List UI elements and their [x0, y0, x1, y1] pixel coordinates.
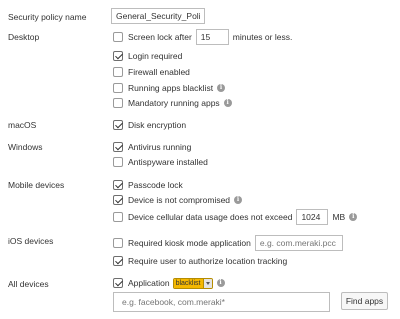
policy-name-label: Security policy name	[8, 12, 87, 22]
passcode-lock-label: Passcode lock	[128, 180, 183, 190]
antispyware-installed-checkbox[interactable]	[113, 157, 123, 167]
passcode-lock-row: Passcode lock	[113, 178, 183, 192]
cellular-usage-input[interactable]	[296, 209, 329, 225]
chevron-down-icon	[202, 278, 212, 288]
login-required-row: Login required	[113, 49, 182, 63]
cellular-usage-checkbox[interactable]	[113, 212, 123, 222]
firewall-enabled-label: Firewall enabled	[128, 67, 190, 77]
apps-search-input[interactable]	[113, 292, 330, 312]
running-apps-blacklist-checkbox[interactable]	[113, 83, 123, 93]
antivirus-running-label: Antivirus running	[128, 142, 192, 152]
list-mode-select[interactable]: blacklist	[172, 277, 213, 289]
screen-lock-prefix: Screen lock after	[128, 32, 192, 42]
cellular-usage-row: Device cellular data usage does not exce…	[113, 208, 358, 226]
login-required-label: Login required	[128, 51, 183, 61]
running-apps-blacklist-label: Running apps blacklist	[128, 83, 214, 93]
mobile-section-label: Mobile devices	[8, 180, 65, 190]
antivirus-running-checkbox[interactable]	[113, 142, 123, 152]
application-row: Application blacklist i	[113, 276, 225, 290]
kiosk-mode-label: Required kiosk mode application	[128, 238, 251, 248]
info-icon[interactable]: i	[216, 279, 225, 287]
mandatory-running-apps-checkbox[interactable]	[113, 98, 123, 108]
disk-encryption-label: Disk encryption	[128, 120, 187, 130]
screen-lock-checkbox[interactable]	[113, 32, 123, 42]
all-devices-section-label: All devices	[8, 279, 49, 289]
kiosk-mode-row: Required kiosk mode application	[113, 234, 343, 252]
login-required-checkbox[interactable]	[113, 51, 123, 61]
windows-section-label: Windows	[8, 142, 43, 152]
list-mode-value: blacklist	[173, 278, 203, 288]
disk-encryption-row: Disk encryption	[113, 118, 186, 132]
application-checkbox[interactable]	[113, 278, 123, 288]
info-icon[interactable]: i	[349, 213, 358, 221]
not-compromised-checkbox[interactable]	[113, 195, 123, 205]
ios-section-label: iOS devices	[8, 236, 54, 246]
info-icon[interactable]: i	[234, 196, 243, 204]
cellular-usage-prefix: Device cellular data usage does not exce…	[128, 212, 293, 222]
antispyware-installed-label: Antispyware installed	[128, 157, 208, 167]
cellular-usage-unit: MB	[332, 212, 346, 222]
antivirus-running-row: Antivirus running	[113, 140, 191, 154]
antispyware-installed-row: Antispyware installed	[113, 155, 208, 169]
screen-lock-row: Screen lock after minutes or less.	[113, 29, 293, 45]
mandatory-running-apps-label: Mandatory running apps	[128, 98, 220, 108]
disk-encryption-checkbox[interactable]	[113, 120, 123, 130]
kiosk-mode-checkbox[interactable]	[113, 238, 123, 248]
desktop-section-label: Desktop	[8, 32, 40, 42]
kiosk-app-input[interactable]	[254, 235, 343, 251]
firewall-enabled-checkbox[interactable]	[113, 67, 123, 77]
firewall-enabled-row: Firewall enabled	[113, 65, 190, 79]
find-apps-button[interactable]: Find apps	[341, 292, 388, 310]
application-label: Application	[128, 278, 170, 288]
running-apps-blacklist-row: Running apps blacklist i	[113, 81, 226, 95]
location-tracking-label: Require user to authorize location track…	[128, 256, 288, 266]
screen-lock-suffix: minutes or less.	[232, 32, 293, 42]
location-tracking-checkbox[interactable]	[113, 256, 123, 266]
policy-name-input[interactable]	[111, 8, 205, 24]
not-compromised-row: Device is not compromised i	[113, 193, 243, 207]
info-icon[interactable]: i	[217, 84, 226, 92]
not-compromised-label: Device is not compromised	[128, 195, 231, 205]
screen-lock-minutes-input[interactable]	[195, 29, 229, 45]
mandatory-running-apps-row: Mandatory running apps i	[113, 96, 232, 110]
macos-section-label: macOS	[8, 120, 37, 130]
passcode-lock-checkbox[interactable]	[113, 180, 123, 190]
location-tracking-row: Require user to authorize location track…	[113, 254, 287, 268]
info-icon[interactable]: i	[223, 99, 232, 107]
